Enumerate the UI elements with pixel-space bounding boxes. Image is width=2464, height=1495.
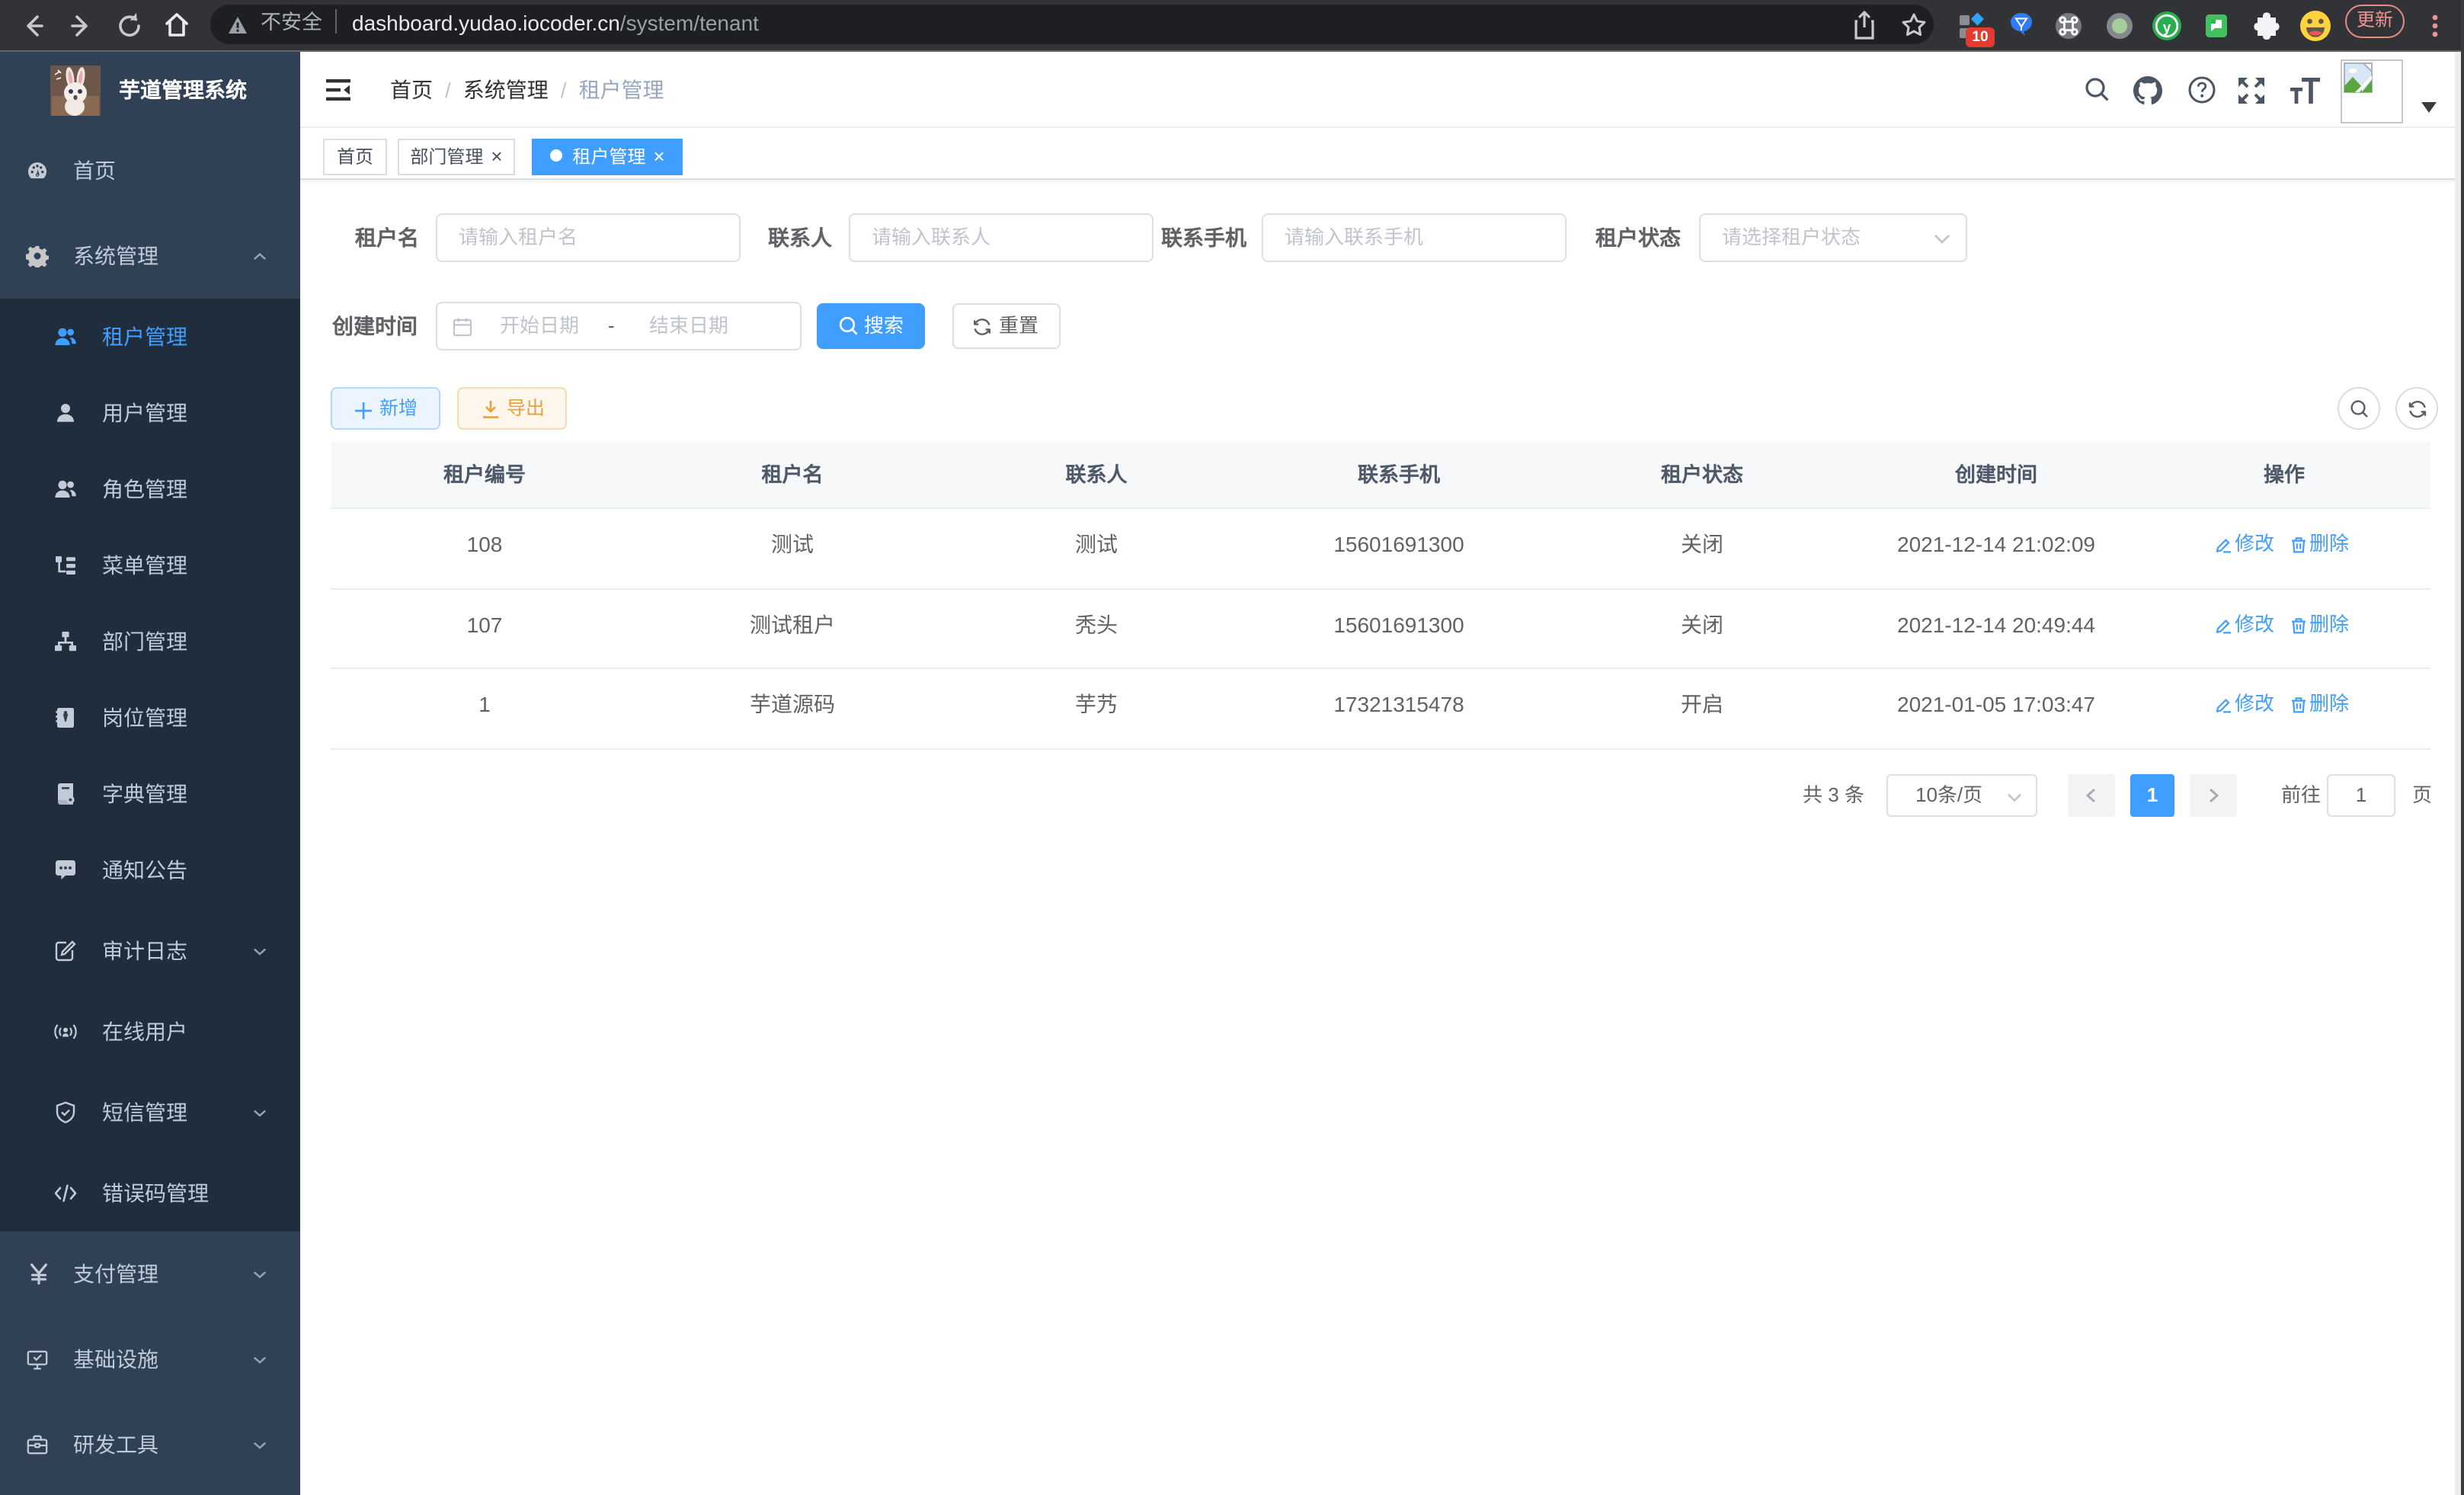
svg-text:y: y (2163, 20, 2171, 36)
